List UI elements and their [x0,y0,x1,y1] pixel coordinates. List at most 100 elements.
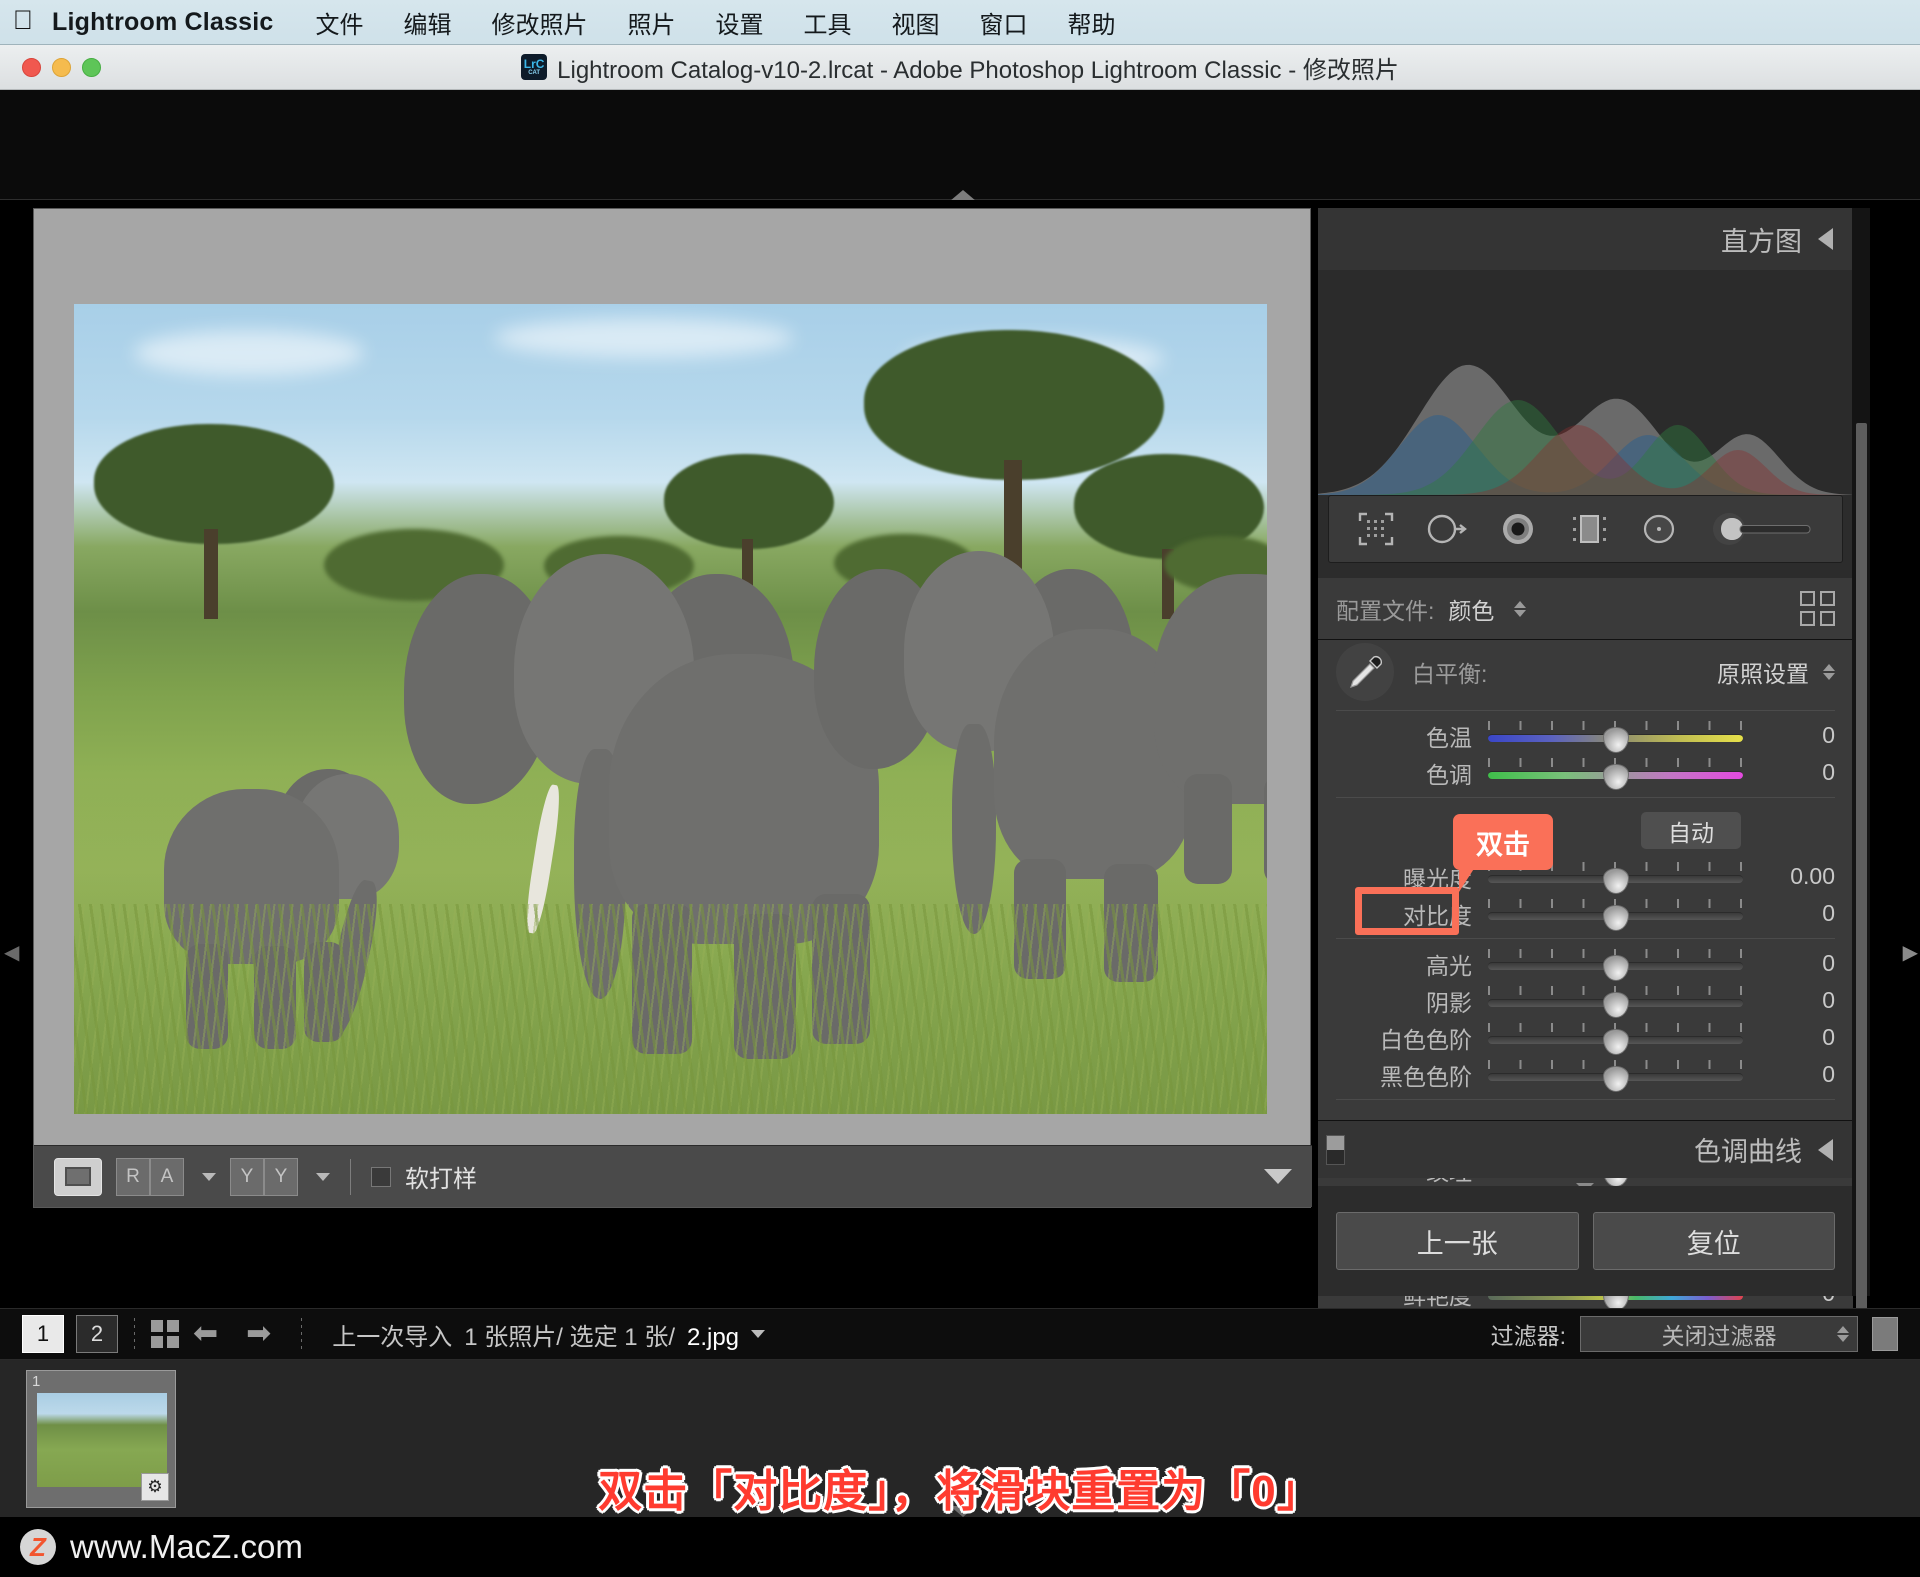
flag-filter-group[interactable]: R A [116,1157,184,1196]
yy-dropdown-icon[interactable] [316,1172,330,1181]
slider-row-tint[interactable]: 色调 0 [1318,754,1853,791]
window-title-text: Lightroom Catalog-v10-2.lrcat - Adobe Ph… [557,56,1399,84]
slider-value-whites[interactable]: 0 [1743,1024,1835,1051]
white-balance-eyedropper-icon[interactable] [1336,643,1394,701]
tone-curve-switch-icon[interactable] [1326,1135,1345,1165]
slider-track-temp[interactable] [1488,720,1743,753]
slider-track-highlights[interactable] [1488,948,1743,981]
crop-tool-icon[interactable] [1354,509,1398,549]
photo-image[interactable] [74,304,1267,1114]
right-panel-scroll-thumb[interactable] [1856,423,1867,1433]
radial-filter-tool-icon[interactable] [1637,509,1681,549]
slider-thumb-contrast[interactable] [1602,904,1629,931]
auto-tone-button[interactable]: 自动 [1641,812,1741,849]
right-panel-toggle-icon[interactable]: ▶ [1903,940,1918,965]
spot-removal-tool-icon[interactable] [1424,509,1470,549]
filter-stepper-icon [1837,1326,1849,1342]
slider-track-tint[interactable] [1488,757,1743,790]
tone-curve-panel-header[interactable]: 色调曲线 [1318,1120,1853,1178]
slider-thumb-highlights[interactable] [1602,954,1629,981]
yy-group[interactable]: Y Y [230,1157,298,1196]
histogram-graph[interactable] [1318,270,1853,495]
graduated-filter-tool-icon[interactable] [1567,509,1611,549]
slider-track-shadows[interactable] [1488,985,1743,1018]
photo-frame[interactable] [74,304,1267,1114]
slider-value-highlights[interactable]: 0 [1743,950,1835,977]
slider-row-whites[interactable]: 白色色阶 0 [1318,1019,1853,1056]
develop-tool-strip [1328,495,1843,563]
slider-thumb-blacks[interactable] [1602,1065,1629,1092]
filmstrip-source[interactable]: 上一次导入 [332,1317,452,1352]
tone-curve-collapse-icon[interactable] [1818,1138,1833,1161]
catalog-icon-sub: CAT [528,70,541,76]
loupe-view-button[interactable] [54,1157,102,1196]
profile-browser-icon[interactable] [1800,591,1835,626]
red-eye-tool-icon[interactable] [1496,509,1540,549]
slider-track-whites[interactable] [1488,1022,1743,1055]
slider-label-temp: 色温 [1426,724,1472,751]
ra-button-r[interactable]: R [116,1157,150,1196]
slider-value-shadows[interactable]: 0 [1743,987,1835,1014]
slider-row-highlights[interactable]: 高光 0 [1318,945,1853,982]
white-balance-select[interactable]: 原照设置 [1717,655,1835,689]
slider-thumb-exposure[interactable] [1602,867,1629,894]
previous-photo-icon[interactable]: ⬅ [179,1319,232,1349]
slider-track-contrast[interactable] [1488,898,1743,931]
slider-track-blacks[interactable] [1488,1059,1743,1092]
slider-thumb-shadows[interactable] [1602,991,1629,1018]
filter-toggle-button[interactable] [1872,1317,1898,1351]
slider-value-blacks[interactable]: 0 [1743,1061,1835,1088]
slider-thumb-tint[interactable] [1602,763,1629,790]
menu-photo[interactable]: 照片 [608,5,696,40]
tone-header: 自动 [1318,804,1853,858]
slider-row-shadows[interactable]: 阴影 0 [1318,982,1853,1019]
menu-settings[interactable]: 设置 [696,5,784,40]
profile-row: 配置文件: 颜色 [1318,578,1853,640]
menu-tools[interactable]: 工具 [784,5,872,40]
menu-edit[interactable]: 编辑 [384,5,472,40]
filmstrip-dropdown-icon[interactable] [751,1330,766,1338]
right-panel-scrollbar[interactable] [1852,208,1870,1433]
next-photo-icon[interactable]: ➡ [232,1319,285,1349]
filmstrip-source-info: 上一次导入 1 张照片/ 选定 1 张/ 2.jpg [332,1317,766,1352]
previous-button[interactable]: 上一张 [1336,1212,1579,1270]
apple-icon[interactable]:  [0,6,46,38]
menu-file[interactable]: 文件 [296,5,384,40]
soft-proofing-checkbox[interactable] [371,1166,391,1187]
yy-button-1[interactable]: Y [230,1157,264,1196]
reset-button[interactable]: 复位 [1592,1212,1835,1270]
slider-value-exposure[interactable]: 0.00 [1743,863,1835,890]
footer-watermark: Z www.MacZ.com [0,1517,1920,1577]
menu-app-name[interactable]: Lightroom Classic [46,8,296,37]
slider-value-contrast[interactable]: 0 [1743,900,1835,927]
filter-select[interactable]: 关闭过滤器 [1580,1316,1858,1352]
slider-thumb-temp[interactable] [1602,726,1629,753]
slider-value-tint[interactable]: 0 [1743,759,1835,786]
profile-value[interactable]: 颜色 [1448,592,1494,626]
menu-develop[interactable]: 修改照片 [472,5,608,40]
thumbnail-index: 1 [32,1373,41,1390]
profile-stepper-icon[interactable] [1514,600,1527,617]
left-panel-toggle-icon[interactable]: ◀ [4,940,19,965]
second-screen-button[interactable]: 2 [76,1315,118,1353]
slider-thumb-whites[interactable] [1602,1028,1629,1055]
menu-view[interactable]: 视图 [872,5,960,40]
slider-row-temp[interactable]: 色温 0 [1318,717,1853,754]
menu-help[interactable]: 帮助 [1048,5,1136,40]
main-screen-button[interactable]: 1 [22,1315,64,1353]
ra-button-a[interactable]: A [150,1157,184,1196]
slider-label-whites: 白色色阶 [1380,1026,1472,1053]
develop-right-panel: 直方图 配置文件: 颜色 白平衡: 原照设置 色温 0 色调 0 自动 曝光度 … [1317,208,1870,1433]
slider-row-blacks[interactable]: 黑色色阶 0 [1318,1056,1853,1093]
filmstrip-filename[interactable]: 2.jpg [687,1324,739,1352]
histogram-panel-header[interactable]: 直方图 [1318,208,1853,270]
soft-proofing-label[interactable]: 软打样 [405,1159,477,1194]
slider-value-temp[interactable]: 0 [1743,722,1835,749]
menu-window[interactable]: 窗口 [960,5,1048,40]
adjustment-brush-tool-icon[interactable] [1707,509,1817,549]
yy-button-2[interactable]: Y [264,1157,298,1196]
toolbar-options-icon[interactable] [1264,1169,1292,1184]
ra-dropdown-icon[interactable] [202,1172,216,1181]
grid-view-icon[interactable] [151,1320,179,1348]
histogram-collapse-icon[interactable] [1818,228,1833,250]
